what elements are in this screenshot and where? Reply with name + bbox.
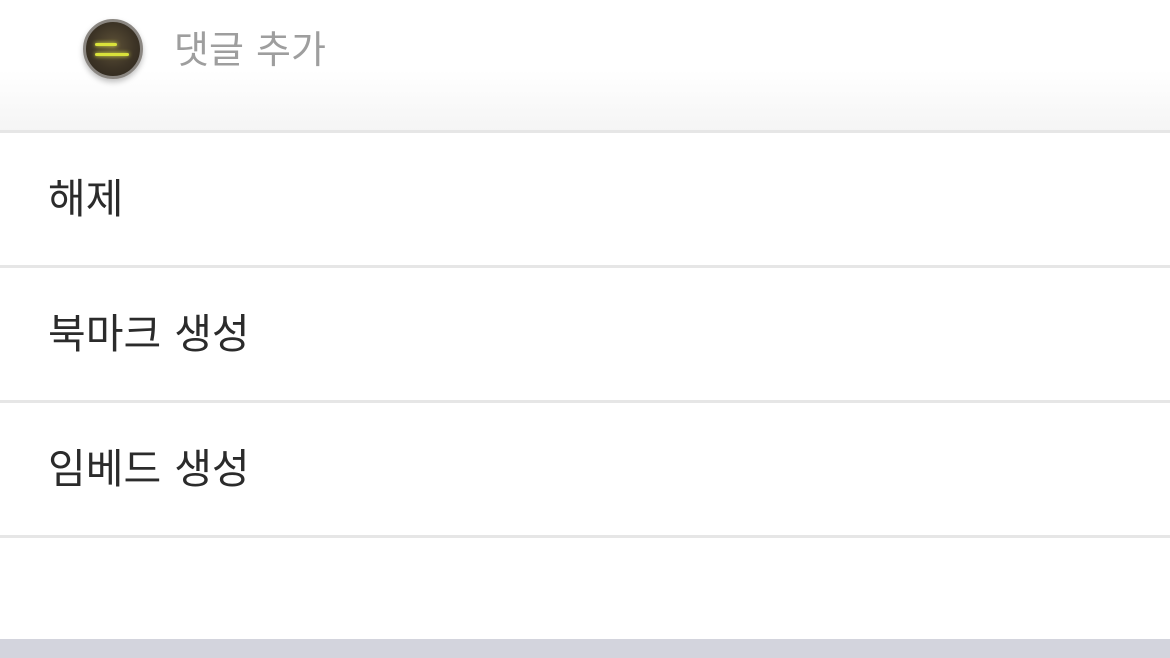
bottom-bar <box>0 639 1170 658</box>
divider <box>0 535 1170 538</box>
comment-options-sheet: 해제 북마크 생성 임베드 생성 <box>0 0 1170 658</box>
avatar <box>83 19 143 79</box>
menu-item-label: 북마크 생성 <box>48 310 250 358</box>
comment-bar <box>0 0 1170 131</box>
avatar-neon-sign <box>95 43 117 46</box>
add-comment-input[interactable] <box>174 24 1074 76</box>
menu-item-label: 임베드 생성 <box>48 445 250 493</box>
menu-item-label: 해제 <box>48 175 124 223</box>
menu-item-unpin[interactable]: 해제 <box>0 133 1170 264</box>
menu-item-create-embed[interactable]: 임베드 생성 <box>0 403 1170 534</box>
menu-item-create-bookmark[interactable]: 북마크 생성 <box>0 268 1170 399</box>
